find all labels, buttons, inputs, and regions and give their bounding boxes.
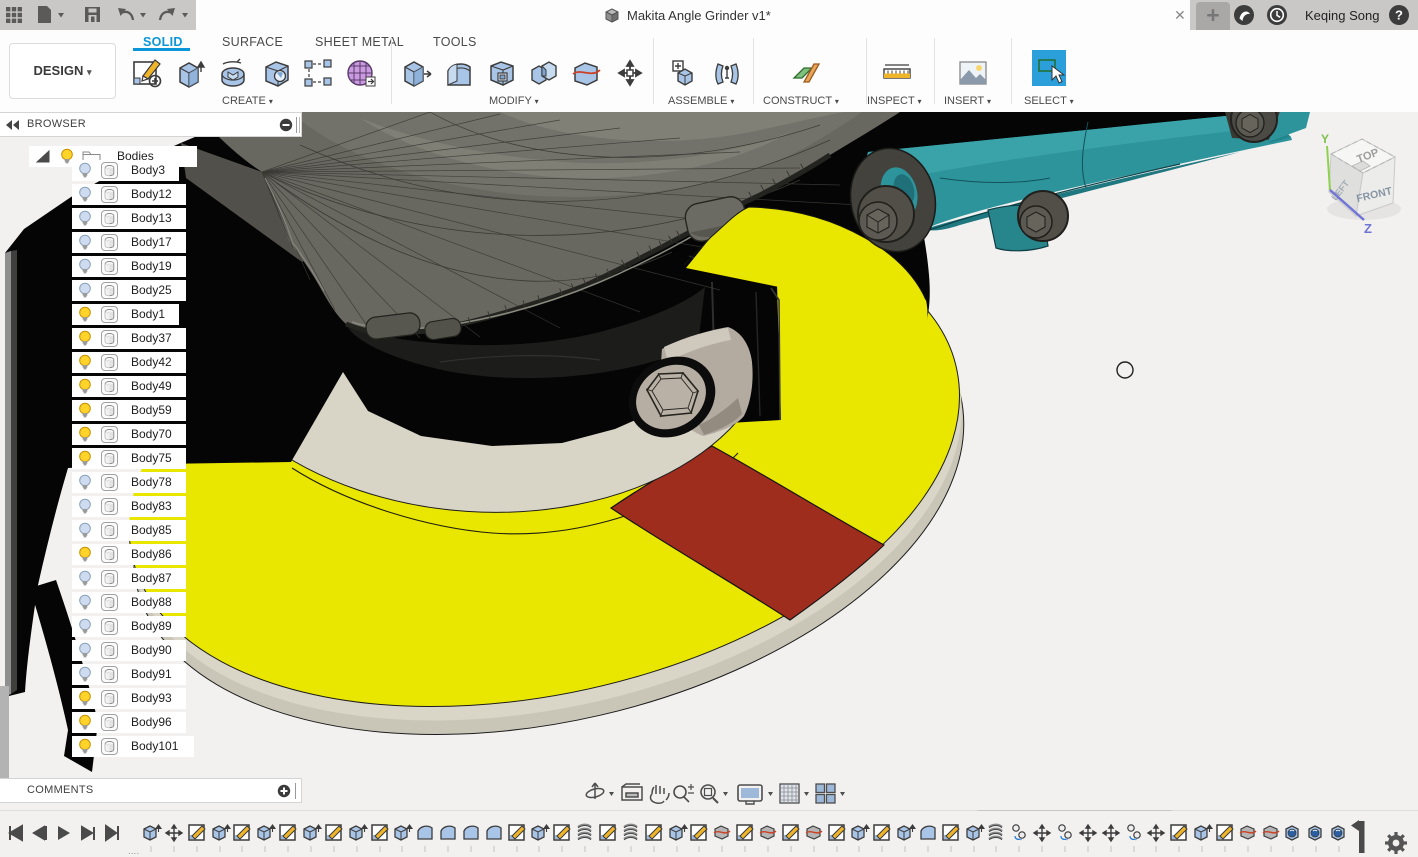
svg-text:....: .... [128, 846, 139, 857]
svg-text:?: ? [1395, 8, 1403, 23]
svg-text:Y: Y [1321, 132, 1329, 146]
svg-text:Z: Z [1364, 221, 1372, 236]
